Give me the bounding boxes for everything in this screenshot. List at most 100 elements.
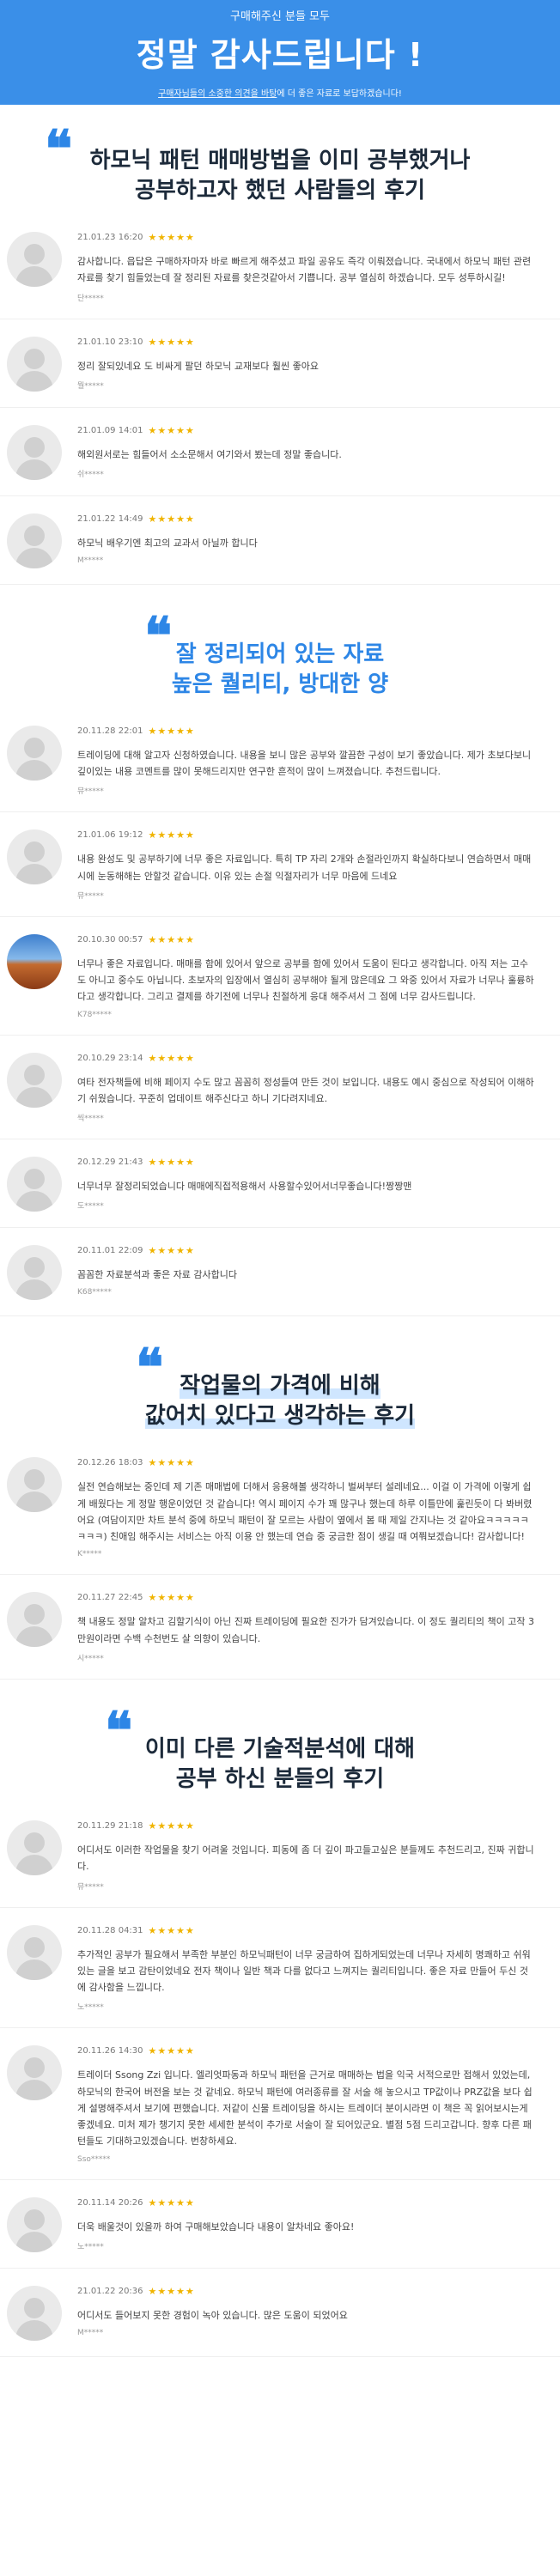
review-text: 내용 완성도 및 공부하기에 너무 좋은 자료입니다. 특히 TP 자리 2개와… (77, 854, 532, 882)
review-text: 어디서도 들어보지 못한 경험이 녹아 있습니다. 많은 도움이 되었어요 (77, 2309, 348, 2321)
review-date: 21.01.10 23:10 (77, 337, 143, 347)
review-user: 시***** (77, 1654, 104, 1663)
star-rating: ★★★★★ (148, 424, 195, 436)
avatar (7, 1592, 62, 1648)
header-subtitle-rest: 에 더 좋은 자료로 보답하겠습니다! (277, 89, 402, 99)
star-rating: ★★★★★ (148, 1592, 195, 1604)
review-text: 꼼꼼한 자료분석과 좋은 자료 감사합니다 (77, 1269, 238, 1281)
review-user: 도***** (77, 1202, 104, 1212)
quote-icon: ❝ (105, 1700, 133, 1761)
review-date: 20.11.28 04:31 (77, 1925, 143, 1935)
review-item: 20.11.28 04:31 ★★★★★ 추가적인 공부가 필요해서 부족한 부분… (0, 1908, 560, 2029)
review-user: Sso***** (77, 2154, 111, 2164)
review-page: { "header": { "kicker": "구매해주신 분들 모두", "… (0, 0, 560, 2576)
review-item: 20.11.26 14:30 ★★★★★ 트레이더 Ssong Zzi 입니다. … (0, 2028, 560, 2180)
header-subtitle: 구매자님들의 소중한 의견을 바탕에 더 좋은 자료로 보답하겠습니다! (0, 86, 560, 99)
review-user: 노***** (77, 2003, 104, 2013)
review-text: 너무나 좋은 자료입니다. 매매를 함에 있어서 앞으로 공부를 함에 있어서 … (77, 957, 534, 1003)
review-item: 20.11.01 22:09 ★★★★★ 꼼꼼한 자료분석과 좋은 자료 감사합니… (0, 1228, 560, 1317)
review-date: 20.11.28 22:01 (77, 726, 143, 736)
review-date: 21.01.22 20:36 (77, 2286, 143, 2296)
review-text: 너무너무 잘정리되었습니다 매매에직접적용해서 사용할수있어서너무좋습니다!짱짱… (77, 1181, 412, 1193)
star-rating: ★★★★★ (148, 829, 195, 841)
review-text: 책 내용도 정말 알차고 김할기식이 아닌 진짜 트레이딩에 필요한 진가가 담… (77, 1616, 534, 1644)
review-date: 20.10.29 23:14 (77, 1053, 143, 1063)
star-rating: ★★★★★ (148, 513, 195, 525)
review-date: 20.12.26 18:03 (77, 1458, 143, 1468)
review-text: 여타 전자책들에 비해 페이지 수도 많고 꼼꼼히 정성들여 만든 것이 보입니… (77, 1076, 534, 1104)
review-date: 20.11.14 20:26 (77, 2197, 143, 2208)
review-item: 21.01.06 19:12 ★★★★★ 내용 완성도 및 공부하기에 너무 좋은… (0, 812, 560, 917)
review-text: 감사합니다. 읍답은 구매하자마자 바로 빠르게 해주셨고 파일 공유도 즉각 … (77, 256, 532, 284)
review-item: 21.01.09 14:01 ★★★★★ 해외원서로는 힘들어서 소소문해서 여기… (0, 408, 560, 496)
review-user: 뮤***** (77, 891, 104, 901)
review-user: 단***** (77, 294, 104, 303)
review-item: 20.10.29 23:14 ★★★★★ 여타 전자책들에 비해 페이지 수도 많… (0, 1036, 560, 1140)
avatar (7, 2196, 62, 2252)
section-title: 잘 정리되어 있는 자료 높은 퀄리티, 방대한 양 (171, 641, 389, 697)
avatar (7, 2045, 62, 2101)
review-date: 20.11.29 21:18 (77, 1821, 143, 1831)
review-text: 해외원서로는 힘들어서 소소문해서 여기와서 봤는데 정말 좋습니다. (77, 448, 342, 460)
review-text: 더욱 배울것이 있을까 하여 구매해보았습니다 내용이 알차네요 좋아요! (77, 2221, 355, 2233)
header-banner: 구매해주신 분들 모두 정말 감사드립니다 ! 구매자님들의 소중한 의견을 바… (0, 0, 560, 105)
star-rating: ★★★★★ (148, 2285, 195, 2297)
star-rating: ★★★★★ (148, 2045, 195, 2057)
review-user: M***** (77, 2328, 104, 2337)
review-item: 21.01.22 14:49 ★★★★★ 하모닉 배우기엔 최고의 교과서 아닐까… (0, 496, 560, 585)
review-item: 20.11.29 21:18 ★★★★★ 어디서도 이러한 작업물을 찾기 어려울… (0, 1803, 560, 1908)
review-text: 어디서도 이러한 작업물을 찾기 어려울 것입니다. 피동에 좀 더 깊이 파고… (77, 1844, 534, 1873)
review-date: 20.11.01 22:09 (77, 1246, 143, 1256)
star-rating: ★★★★★ (148, 1052, 195, 1064)
review-text: 하모닉 배우기엔 최고의 교과서 아닐까 합니다 (77, 537, 258, 549)
section-title: 하모닉 패턴 매매방법을 이미 공부했거나 공부하고자 했던 사람들의 후기 (89, 148, 471, 204)
avatar (7, 1820, 62, 1875)
review-date: 20.12.29 21:43 (77, 1157, 143, 1168)
review-text: 트레이딩에 대해 알고자 신청하였습니다. 내용을 보니 많은 공부와 깔끔한 … (77, 749, 532, 778)
quote-icon: ❝ (144, 605, 173, 666)
review-item: 20.10.30 00:57 ★★★★★ 너무나 좋은 자료입니다. 매매를 함에… (0, 917, 560, 1036)
review-date: 21.01.22 14:49 (77, 513, 143, 524)
avatar (7, 2285, 62, 2341)
review-user: K78***** (77, 1010, 112, 1019)
review-item: 21.01.10 23:10 ★★★★★ 정리 잘되있네요 도 비싸게 팔던 하모… (0, 319, 560, 408)
star-rating: ★★★★★ (148, 336, 195, 348)
star-rating: ★★★★★ (148, 1457, 195, 1469)
review-user: 쉬***** (77, 470, 104, 479)
review-date: 20.10.30 00:57 (77, 934, 143, 945)
review-user: 뮤***** (77, 787, 104, 797)
review-user: 뮤***** (77, 1882, 104, 1892)
review-user: K68***** (77, 1288, 112, 1297)
star-rating: ★★★★★ (148, 1924, 195, 1936)
star-rating: ★★★★★ (148, 1245, 195, 1257)
review-item: 20.11.27 22:45 ★★★★★ 책 내용도 정말 알차고 김할기식이 아… (0, 1575, 560, 1680)
section-technical-analysts: ❝ 이미 다른 기술적분석에 대해 공부 하신 분들의 후기 20.11.29 … (0, 1680, 560, 2357)
review-user: M***** (77, 556, 104, 565)
review-text: 실전 연습해보는 중인데 제 기존 매매법에 더해서 응용해볼 생각하니 벌써부… (77, 1481, 533, 1543)
star-rating: ★★★★★ (148, 933, 195, 945)
star-rating: ★★★★★ (148, 725, 195, 737)
review-item: 20.12.29 21:43 ★★★★★ 너무너무 잘정리되었습니다 매매에직접적… (0, 1139, 560, 1229)
avatar-photo (7, 933, 62, 989)
star-rating: ★★★★★ (148, 232, 195, 244)
section-title: 이미 다른 기술적분석에 대해 공부 하신 분들의 후기 (144, 1735, 416, 1792)
avatar (7, 1924, 62, 1980)
review-user: 씩***** (77, 1115, 104, 1124)
review-item: 20.11.14 20:26 ★★★★★ 더욱 배울것이 있을까 하여 구매해보았… (0, 2180, 560, 2269)
header-kicker: 구매해주신 분들 모두 (230, 10, 330, 23)
section-harmonic-learners: ❝ 하모닉 패턴 매매방법을 이미 공부했거나 공부하고자 했던 사람들의 후기… (0, 105, 560, 585)
header-subtitle-highlight: 구매자님들의 소중한 의견을 바탕 (158, 89, 277, 99)
star-rating: ★★★★★ (148, 2196, 195, 2208)
review-item: 20.12.26 18:03 ★★★★★ 실전 연습해보는 중인데 제 기존 매매… (0, 1440, 560, 1576)
avatar (7, 1457, 62, 1513)
avatar (7, 725, 62, 781)
review-user: 노***** (77, 2242, 104, 2251)
review-text: 추가적인 공부가 필요해서 부족한 부분인 하모닉패턴이 너무 궁금하여 집하게… (77, 1948, 531, 1994)
avatar (7, 336, 62, 392)
section-title: 작업물의 가격에 비해 값어치 있다고 생각하는 후기 (144, 1373, 416, 1430)
star-rating: ★★★★★ (148, 1820, 195, 1832)
avatar (7, 232, 62, 288)
review-date: 21.01.23 16:20 (77, 233, 143, 243)
quote-icon: ❝ (136, 1338, 164, 1399)
section-value: ❝ 작업물의 가격에 비해 값어치 있다고 생각하는 후기 20.12.26 1… (0, 1316, 560, 1680)
